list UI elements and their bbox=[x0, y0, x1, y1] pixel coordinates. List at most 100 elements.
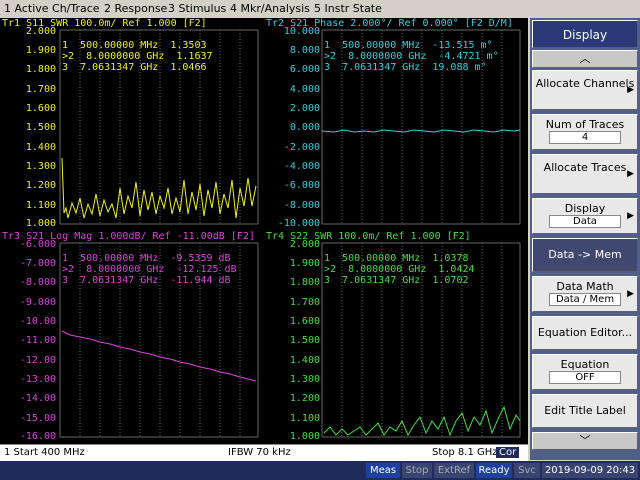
start-frequency[interactable]: 1 Start 400 MHz bbox=[4, 447, 85, 458]
y-label: -14.00 bbox=[19, 393, 56, 404]
trace-2-curve bbox=[321, 129, 521, 133]
marker-readout: 1 500.00000 MHz -13.515 m° bbox=[324, 40, 493, 51]
menu-stimulus[interactable]: 3 Stimulus bbox=[168, 2, 226, 15]
marker-readout: >2 8.0000000 GHz -4.4721 m° bbox=[324, 51, 499, 62]
stop-frequency[interactable]: Stop 8.1 GHz bbox=[432, 447, 498, 458]
y-label: 1.800 bbox=[289, 277, 320, 288]
equation-button[interactable]: Equation OFF bbox=[532, 354, 638, 390]
y-label: 0.000 bbox=[289, 122, 320, 133]
button-label: Data Math bbox=[556, 280, 614, 293]
marker-readout: 1 500.00000 MHz 1.0378 bbox=[324, 253, 469, 264]
chevron-right-icon: ▶ bbox=[627, 85, 634, 95]
extref-indicator: ExtRef bbox=[434, 463, 474, 478]
softkey-panel: Display ︿ Allocate Channels ▶ Num of Tra… bbox=[530, 18, 640, 460]
y-label: 4.000 bbox=[289, 84, 320, 95]
y-label: 1.400 bbox=[289, 355, 320, 366]
y-label: 1.300 bbox=[289, 374, 320, 385]
scroll-down-button[interactable]: ﹀ bbox=[532, 432, 638, 450]
chevron-right-icon: ▶ bbox=[627, 289, 634, 299]
data-to-mem-button[interactable]: Data -> Mem bbox=[532, 238, 638, 272]
button-label: Allocate Traces bbox=[543, 161, 627, 174]
y-label: 2.000 bbox=[289, 103, 320, 114]
edit-title-label-button[interactable]: Edit Title Label bbox=[532, 394, 638, 428]
menu-bar: 1 Active Ch/Trace 2 Response 3 Stimulus … bbox=[0, 0, 640, 18]
meas-indicator: Meas bbox=[366, 463, 400, 478]
instrument-status-bar: Meas Stop ExtRef Ready Svc 2019-09-09 20… bbox=[0, 461, 640, 480]
allocate-channels-button[interactable]: Allocate Channels ▶ bbox=[532, 70, 638, 110]
num-traces-button[interactable]: Num of Traces 4 bbox=[532, 114, 638, 150]
marker-readout: >2 8.0000000 GHz 1.0424 bbox=[324, 264, 475, 275]
y-label: 1.100 bbox=[25, 200, 56, 211]
menu-instr-state[interactable]: 5 Instr State bbox=[314, 2, 382, 15]
y-label: 6.000 bbox=[289, 64, 320, 75]
y-label: 8.000 bbox=[289, 45, 320, 56]
chevron-down-icon: ﹀ bbox=[579, 434, 591, 447]
y-label: 1.300 bbox=[25, 161, 56, 172]
y-label: 1.700 bbox=[25, 84, 56, 95]
button-label: Equation bbox=[560, 358, 610, 371]
y-label: 10.000 bbox=[283, 26, 320, 37]
y-label: -13.00 bbox=[19, 374, 56, 385]
y-label: -16.00 bbox=[19, 431, 56, 442]
stop-indicator: Stop bbox=[402, 463, 432, 478]
marker-readout: 1 500.00000 MHz 1.3503 bbox=[62, 40, 207, 51]
y-label: 1.900 bbox=[25, 45, 56, 56]
trace-1-curve bbox=[61, 157, 257, 219]
y-label: -11.00 bbox=[19, 335, 56, 346]
chevron-right-icon: ▶ bbox=[627, 169, 634, 179]
y-label: 1.800 bbox=[25, 64, 56, 75]
marker-readout: 1 500.00000 MHz -9.5359 dB bbox=[62, 253, 231, 264]
scroll-up-button[interactable]: ︿ bbox=[532, 50, 638, 68]
y-label: 1.500 bbox=[289, 335, 320, 346]
y-label: -10.000 bbox=[277, 218, 320, 229]
y-label: -9.000 bbox=[19, 297, 56, 308]
trace-3-curve bbox=[61, 330, 257, 382]
trace-2-panel: Tr2 S21 Phase 2.000°/ Ref 0.000° [F2 D/M… bbox=[264, 18, 528, 231]
equation-editor-button[interactable]: Equation Editor... bbox=[532, 316, 638, 350]
data-math-button[interactable]: Data Math Data / Mem ▶ bbox=[532, 276, 638, 312]
marker-readout: 3 7.0631347 GHz 1.0466 bbox=[62, 62, 207, 73]
y-label: -6.000 bbox=[19, 239, 56, 250]
data-math-value: Data / Mem bbox=[549, 293, 621, 306]
button-label: Allocate Channels bbox=[535, 77, 635, 90]
datetime-display: 2019-09-09 20:43 bbox=[542, 463, 638, 478]
allocate-traces-button[interactable]: Allocate Traces ▶ bbox=[532, 154, 638, 194]
y-label: 1.200 bbox=[289, 393, 320, 404]
y-label: 2.000 bbox=[289, 239, 320, 250]
y-label: -2.000 bbox=[283, 142, 320, 153]
y-label: 1.500 bbox=[25, 122, 56, 133]
marker-readout: 3 7.0631347 GHz 19.088 m° bbox=[324, 62, 487, 73]
display-button[interactable]: Display Data ▶ bbox=[532, 198, 638, 234]
y-label: -8.000 bbox=[283, 200, 320, 211]
y-label: 1.400 bbox=[25, 142, 56, 153]
channel-status-bar: 1 Start 400 MHz IFBW 70 kHz Stop 8.1 GHz… bbox=[0, 444, 528, 461]
y-label: 1.900 bbox=[289, 258, 320, 269]
ready-indicator: Ready bbox=[476, 463, 512, 478]
trace-4-panel: Tr4 S22 SWR 100.0m/ Ref 1.000 [F2] 2.000… bbox=[264, 231, 528, 444]
marker-readout: >2 8.0000000 GHz 1.1637 bbox=[62, 51, 213, 62]
chevron-right-icon: ▶ bbox=[627, 211, 634, 221]
chevron-up-icon: ︿ bbox=[579, 52, 591, 65]
cor-indicator: Cor bbox=[496, 447, 520, 458]
y-label: 1.000 bbox=[25, 218, 56, 229]
y-label: 1.600 bbox=[289, 316, 320, 327]
y-label: -10.00 bbox=[19, 316, 56, 327]
y-label: -15.00 bbox=[19, 413, 56, 424]
y-label: 1.100 bbox=[289, 413, 320, 424]
ifbw-readout[interactable]: IFBW 70 kHz bbox=[228, 447, 291, 458]
y-label: 1.700 bbox=[289, 297, 320, 308]
y-label: 1.200 bbox=[25, 180, 56, 191]
menu-mkr-analysis[interactable]: 4 Mkr/Analysis bbox=[230, 2, 310, 15]
menu-active-ch-trace[interactable]: 1 Active Ch/Trace bbox=[4, 2, 100, 15]
y-label: 1.000 bbox=[289, 431, 320, 442]
y-label: -4.000 bbox=[283, 161, 320, 172]
menu-response[interactable]: 2 Response bbox=[104, 2, 167, 15]
y-label: -7.000 bbox=[19, 258, 56, 269]
y-label: -8.000 bbox=[19, 277, 56, 288]
marker-readout: >2 8.0000000 GHz -12.125 dB bbox=[62, 264, 237, 275]
equation-value: OFF bbox=[549, 371, 621, 384]
y-label: -6.000 bbox=[283, 180, 320, 191]
button-label: Display bbox=[564, 202, 606, 215]
measurement-screen: Tr1 S11 SWR 100.0m/ Ref 1.000 [F2] 2.000… bbox=[0, 18, 528, 444]
marker-readout: 3 7.0631347 GHz -11.944 dB bbox=[62, 275, 231, 286]
